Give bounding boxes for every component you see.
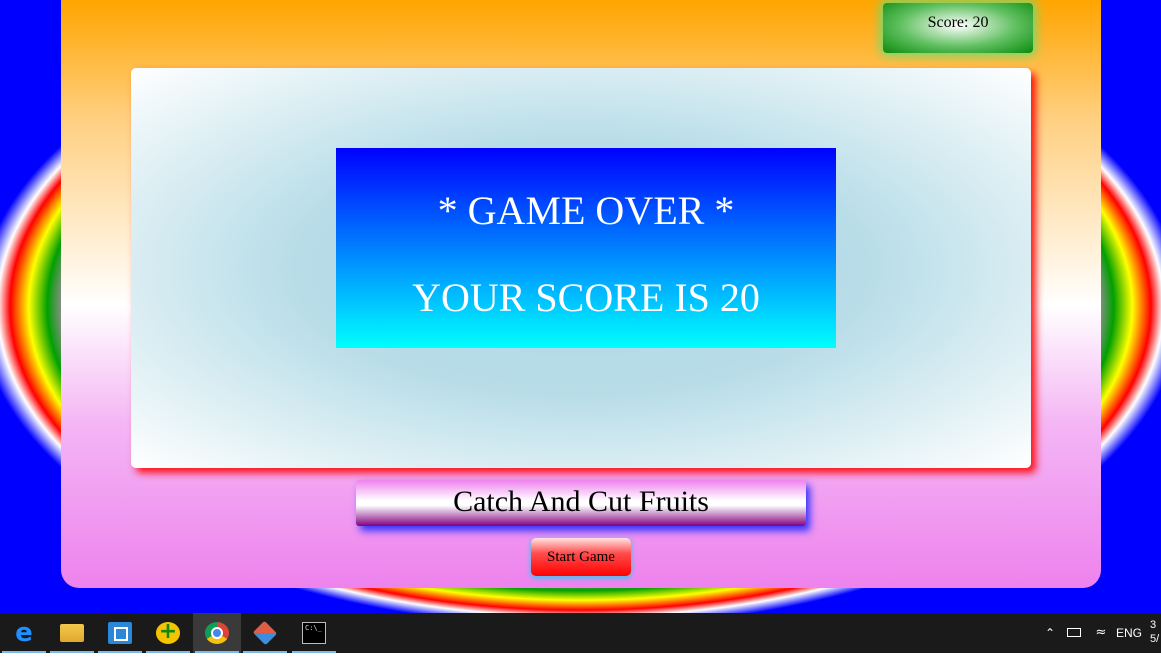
taskbar-app-plus[interactable] xyxy=(144,613,192,653)
language-indicator[interactable]: ENG xyxy=(1116,613,1142,653)
terminal-icon xyxy=(302,622,326,644)
taskbar-terminal[interactable] xyxy=(290,613,338,653)
wifi-icon[interactable]: ≈ xyxy=(1092,613,1110,653)
taskbar-file-explorer[interactable] xyxy=(48,613,96,653)
edge-icon: e xyxy=(15,618,33,648)
taskbar-git[interactable] xyxy=(241,613,289,653)
start-game-button[interactable]: Start Game xyxy=(531,538,631,576)
chevron-up-icon[interactable]: ⌃ xyxy=(1042,613,1058,653)
store-icon xyxy=(108,622,132,644)
chrome-icon xyxy=(205,622,229,644)
app-plus-icon xyxy=(156,619,180,644)
battery-icon[interactable] xyxy=(1067,613,1085,653)
clock[interactable]: 3 5/ xyxy=(1150,613,1161,658)
file-explorer-icon xyxy=(60,624,84,642)
git-icon xyxy=(252,620,278,646)
score-display: Score: 20 xyxy=(883,3,1033,53)
game-over-panel: * GAME OVER * YOUR SCORE IS 20 xyxy=(336,148,836,348)
taskbar-chrome[interactable] xyxy=(193,613,241,653)
taskbar-store[interactable] xyxy=(96,613,144,653)
game-over-title: * GAME OVER * xyxy=(437,188,735,233)
clock-time: 3 xyxy=(1150,619,1157,631)
taskbar: e ⌃ ≈ ENG 3 5/ xyxy=(0,613,1161,653)
game-title: Catch And Cut Fruits xyxy=(356,480,806,526)
taskbar-edge[interactable]: e xyxy=(0,613,48,653)
clock-date: 5/ xyxy=(1150,633,1160,645)
score-label: Score: 20 xyxy=(927,14,989,31)
final-score-text: YOUR SCORE IS 20 xyxy=(412,275,760,320)
